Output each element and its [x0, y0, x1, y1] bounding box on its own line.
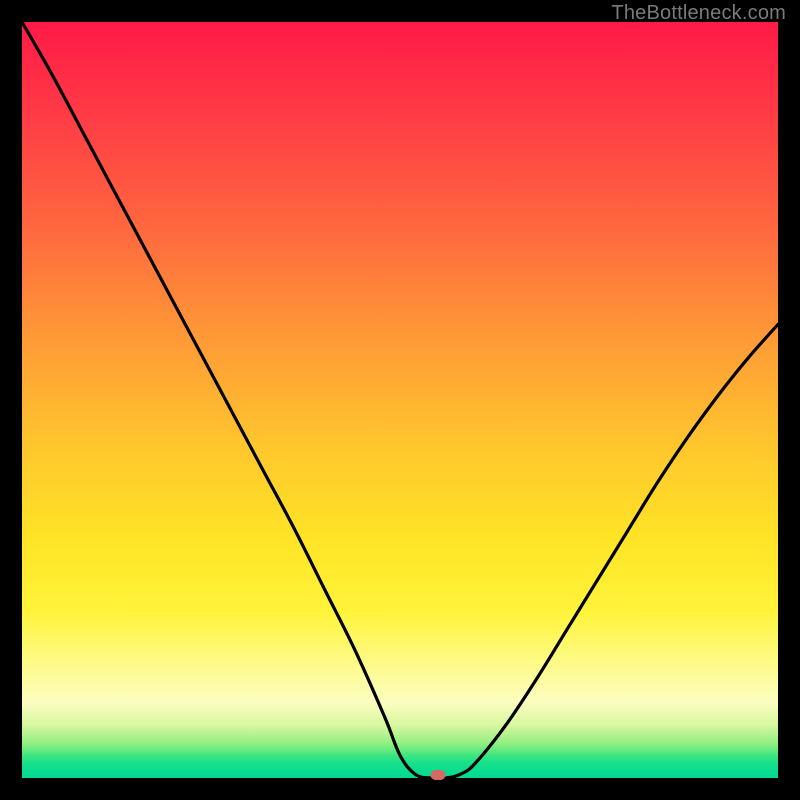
chart-frame: TheBottleneck.com [0, 0, 800, 800]
minimum-marker [430, 770, 445, 780]
plot-area [22, 22, 778, 778]
bottleneck-curve [22, 22, 778, 778]
